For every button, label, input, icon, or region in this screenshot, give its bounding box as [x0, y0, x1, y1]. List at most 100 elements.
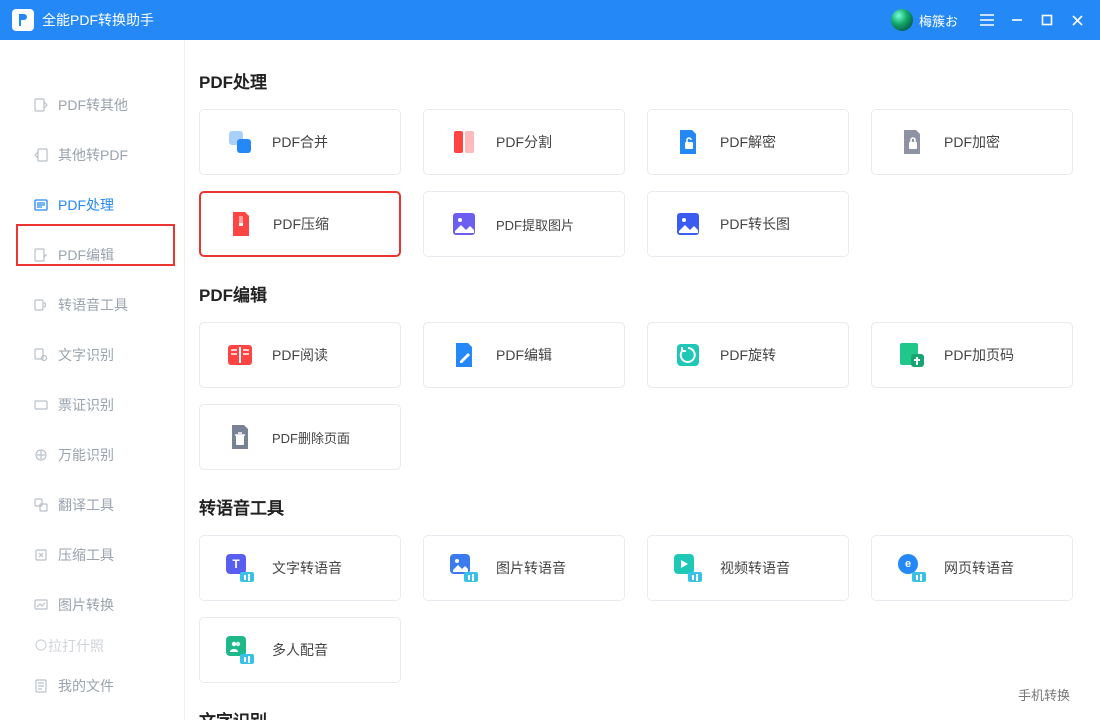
card-pdf-edit[interactable]: PDF编辑	[423, 322, 625, 388]
phone-convert-link[interactable]: 手机转换	[1018, 685, 1070, 704]
compress-icon	[34, 548, 48, 562]
page-number-icon	[898, 341, 926, 369]
sidebar-item-label: 万能识别	[58, 445, 114, 465]
menu-icon[interactable]	[972, 0, 1002, 40]
username[interactable]: 梅簇お	[919, 11, 958, 30]
card-pdf-delete-page[interactable]: PDF删除页面	[199, 404, 401, 470]
section-title-pdf-edit: PDF编辑	[199, 281, 1074, 306]
image-convert-icon	[34, 598, 48, 612]
sidebar-item-my-files[interactable]: 我的文件	[0, 666, 185, 706]
sidebar-item-label: 拉打什照	[48, 636, 104, 656]
long-image-icon	[674, 210, 702, 238]
card-label: 多人配音	[272, 640, 328, 660]
sidebar-item-truncated[interactable]: 拉打什照	[0, 626, 185, 666]
section-title-tts: 转语音工具	[199, 494, 1074, 519]
sidebar-item-tts[interactable]: 转语音工具	[0, 280, 185, 330]
edit-icon	[450, 341, 478, 369]
card-label: PDF加密	[944, 132, 1000, 152]
universal-icon	[34, 448, 48, 462]
section-title-ocr: 文字识别	[199, 707, 1074, 720]
multi-dub-icon	[226, 636, 254, 664]
sidebar-item-label: PDF编辑	[58, 245, 114, 265]
sidebar-item-pdf-to-other[interactable]: PDF转其他	[0, 80, 185, 130]
sidebar-item-label: 文字识别	[58, 345, 114, 365]
card-label: 文字转语音	[272, 558, 342, 578]
sidebar-item-label: 图片转换	[58, 595, 114, 615]
card-multi-dub[interactable]: 多人配音	[199, 617, 401, 683]
main-content: PDF处理 PDF合并 PDF分割 PDF解密 PDF加密 PDF压缩	[185, 40, 1100, 720]
app-logo-icon	[12, 9, 34, 31]
sidebar-item-image-convert[interactable]: 图片转换	[0, 580, 185, 630]
more-icon	[34, 638, 48, 655]
sidebar-item-label: 转语音工具	[58, 295, 128, 315]
sidebar-item-translate[interactable]: 翻译工具	[0, 480, 185, 530]
app-title: 全能PDF转换助手	[42, 10, 154, 30]
sidebar-item-other-to-pdf[interactable]: 其他转PDF	[0, 130, 185, 180]
card-label: PDF编辑	[496, 345, 552, 365]
sidebar-item-ocr[interactable]: 文字识别	[0, 330, 185, 380]
card-pdf-merge[interactable]: PDF合并	[199, 109, 401, 175]
sidebar-item-ticket-ocr[interactable]: 票证识别	[0, 380, 185, 430]
avatar[interactable]	[891, 9, 913, 31]
card-label: 网页转语音	[944, 558, 1014, 578]
card-label: 视频转语音	[720, 558, 790, 578]
text-tts-icon: T	[226, 554, 254, 582]
card-pdf-to-long-image[interactable]: PDF转长图	[647, 191, 849, 257]
card-pdf-read[interactable]: PDF阅读	[199, 322, 401, 388]
card-web-tts[interactable]: e 网页转语音	[871, 535, 1073, 601]
card-label: 图片转语音	[496, 558, 566, 578]
extract-image-icon	[450, 210, 478, 238]
card-pdf-split[interactable]: PDF分割	[423, 109, 625, 175]
sidebar-item-label: 其他转PDF	[58, 145, 128, 165]
sidebar-item-label: 票证识别	[58, 395, 114, 415]
encrypt-icon	[898, 128, 926, 156]
video-tts-icon	[674, 554, 702, 582]
sidebar-item-label: PDF转其他	[58, 95, 128, 115]
card-label: PDF压缩	[273, 214, 329, 234]
card-label: PDF解密	[720, 132, 776, 152]
translate-icon	[34, 498, 48, 512]
to-pdf-icon	[34, 148, 48, 162]
section-title-pdf-process: PDF处理	[199, 68, 1074, 93]
delete-page-icon	[226, 423, 254, 451]
sidebar-item-label: 压缩工具	[58, 545, 114, 565]
sidebar-item-pdf-process[interactable]: PDF处理	[0, 180, 185, 230]
card-label: PDF阅读	[272, 345, 328, 365]
minimize-icon[interactable]	[1002, 0, 1032, 40]
pdf-process-icon	[34, 198, 48, 212]
tts-icon	[34, 298, 48, 312]
compress-file-icon	[227, 210, 255, 238]
sidebar-item-pdf-edit[interactable]: PDF编辑	[0, 230, 185, 280]
image-tts-icon	[450, 554, 478, 582]
web-tts-icon: e	[898, 554, 926, 582]
rotate-icon	[674, 341, 702, 369]
card-label: PDF分割	[496, 132, 552, 152]
card-pdf-encrypt[interactable]: PDF加密	[871, 109, 1073, 175]
sidebar-item-universal-ocr[interactable]: 万能识别	[0, 430, 185, 480]
sidebar-item-label: 我的文件	[58, 676, 114, 696]
card-pdf-compress[interactable]: PDF压缩	[199, 191, 401, 257]
card-pdf-decrypt[interactable]: PDF解密	[647, 109, 849, 175]
sidebar-item-label: 翻译工具	[58, 495, 114, 515]
card-pdf-add-page-number[interactable]: PDF加页码	[871, 322, 1073, 388]
merge-icon	[226, 128, 254, 156]
sidebar-item-compress[interactable]: 压缩工具	[0, 530, 185, 580]
card-pdf-rotate[interactable]: PDF旋转	[647, 322, 849, 388]
titlebar: 全能PDF转换助手 梅簇お	[0, 0, 1100, 40]
sidebar: PDF转其他 其他转PDF PDF处理 PDF编辑 转语音工具 文字识别 票证识…	[0, 40, 185, 720]
card-label: PDF转长图	[720, 214, 790, 234]
card-pdf-extract-image[interactable]: PDF提取图片	[423, 191, 625, 257]
sidebar-item-label: PDF处理	[58, 195, 114, 215]
card-label: PDF删除页面	[272, 428, 350, 447]
split-icon	[450, 128, 478, 156]
close-icon[interactable]	[1062, 0, 1092, 40]
card-video-tts[interactable]: 视频转语音	[647, 535, 849, 601]
pdf-edit-icon	[34, 248, 48, 262]
ocr-icon	[34, 348, 48, 362]
card-image-tts[interactable]: 图片转语音	[423, 535, 625, 601]
maximize-icon[interactable]	[1032, 0, 1062, 40]
ticket-icon	[34, 398, 48, 412]
read-icon	[226, 341, 254, 369]
pdf-convert-icon	[34, 98, 48, 112]
card-text-tts[interactable]: T 文字转语音	[199, 535, 401, 601]
